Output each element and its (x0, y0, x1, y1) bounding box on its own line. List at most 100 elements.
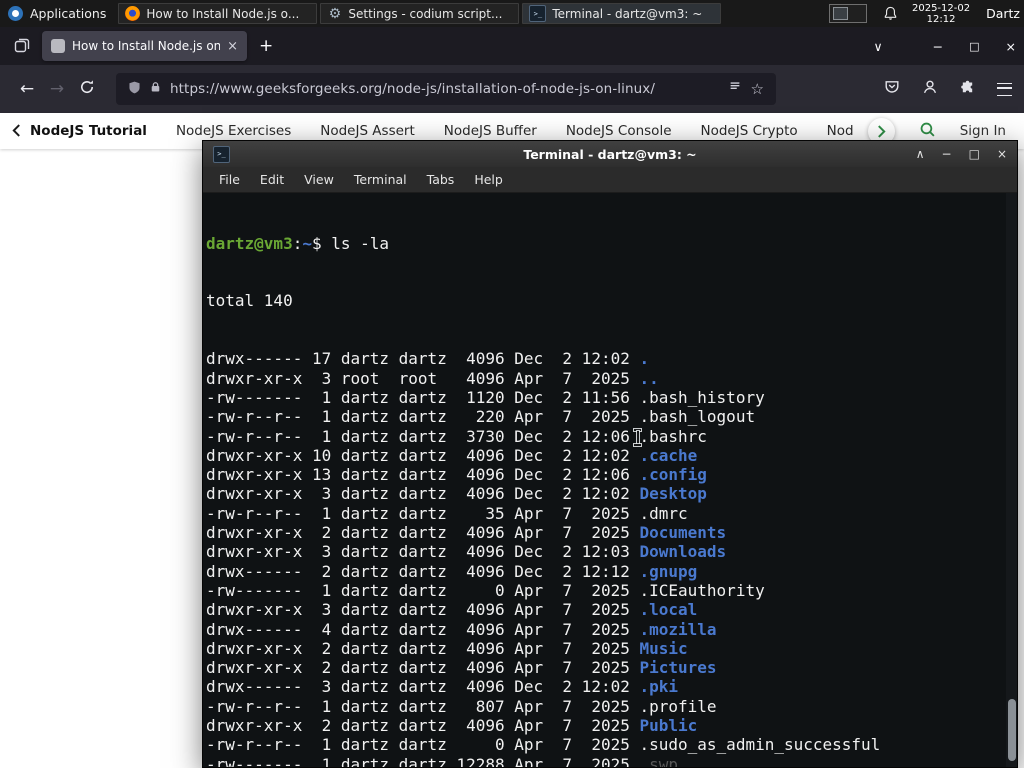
account-icon[interactable] (922, 79, 938, 99)
browser-tab[interactable]: How to Install Node.js on × (42, 31, 247, 61)
terminal-minimize-button[interactable]: − (942, 147, 952, 161)
file-meta: drwxr-xr-x 13 dartz dartz 4096 Dec 2 12:… (206, 465, 640, 485)
panel-window-title: How to Install Node.js o... (146, 6, 300, 21)
top-panel: Applications How to Install Node.js o...… (0, 0, 1024, 27)
nav-scroll-left-icon[interactable] (12, 122, 21, 141)
reload-icon[interactable] (72, 79, 102, 100)
firefox-view-icon[interactable] (8, 33, 36, 59)
file-meta: drwxr-xr-x 10 dartz dartz 4096 Dec 2 12:… (206, 445, 640, 465)
file-name: Public (639, 716, 698, 736)
pocket-icon[interactable] (884, 79, 900, 99)
terminal-menu-view[interactable]: View (296, 170, 342, 189)
terminal-output-line: drwxr-xr-x 3 dartz dartz 4096 Apr 7 2025… (206, 600, 1003, 619)
terminal-scrollbar-thumb[interactable] (1007, 699, 1016, 761)
panel-clock[interactable]: 2025-12-02 12:12 (912, 3, 970, 25)
reader-view-icon[interactable] (728, 80, 742, 98)
back-button[interactable]: ← (12, 79, 42, 99)
terminal-total-line: total 140 (206, 291, 293, 311)
file-meta: drwxr-xr-x 2 dartz dartz 4096 Apr 7 2025 (206, 638, 640, 658)
file-meta: -rw-r--r-- 1 dartz dartz 807 Apr 7 2025 (206, 696, 640, 716)
terminal-output-line: drwx------ 4 dartz dartz 4096 Apr 7 2025… (206, 620, 1003, 639)
panel-window-buttons: How to Install Node.js o... ⚙ Settings - c… (118, 0, 819, 27)
panel-window-button-settings[interactable]: ⚙ Settings - codium script... (320, 3, 520, 24)
site-nav-item[interactable]: NodeJS Exercises (176, 123, 291, 139)
file-name: Downloads (639, 542, 727, 562)
file-name: Pictures (639, 658, 717, 678)
applications-menu-button[interactable]: Applications (0, 0, 118, 27)
file-meta: -rw------- 1 dartz dartz 12288 Apr 7 202… (206, 754, 640, 767)
url-text[interactable]: https://www.geeksforgeeks.org/node-js/in… (170, 81, 719, 97)
file-name: .sudo_as_admin_successful (639, 735, 881, 755)
clock-time: 12:12 (926, 13, 956, 25)
site-nav-items: NodeJS Tutorial NodeJS Exercises NodeJS As… (30, 123, 866, 139)
file-meta: drwxr-xr-x 3 dartz dartz 4096 Apr 7 2025 (206, 600, 640, 620)
terminal-shade-button[interactable]: ∧ (916, 147, 925, 161)
workspace-window-icon (832, 7, 848, 20)
lock-icon[interactable] (150, 80, 161, 98)
extensions-icon[interactable] (960, 80, 975, 99)
terminal-maximize-button[interactable]: □ (969, 147, 980, 161)
terminal-menu-file[interactable]: File (211, 170, 248, 189)
menu-hamburger-icon[interactable] (997, 82, 1012, 96)
new-tab-button[interactable]: + (259, 36, 273, 56)
file-name: .ICEauthority (639, 580, 765, 600)
file-meta: drwxr-xr-x 3 dartz dartz 4096 Dec 2 12:0… (206, 484, 640, 504)
terminal-scrollbar-track[interactable] (1006, 193, 1017, 767)
tab-close-icon[interactable]: × (227, 39, 238, 54)
file-name: .cache (639, 445, 698, 465)
file-meta: -rw-r--r-- 1 dartz dartz 35 Apr 7 2025 (206, 503, 640, 523)
terminal-icon: >_ (529, 5, 547, 22)
terminal-window-controls: ∧ − □ × (916, 147, 1007, 161)
window-close-button[interactable]: × (1006, 39, 1016, 54)
file-name: .swp (639, 754, 679, 767)
tracking-shield-icon[interactable] (128, 80, 141, 99)
window-minimize-button[interactable]: − (933, 39, 943, 54)
notifications-bell-icon[interactable] (883, 6, 898, 21)
file-meta: drwx------ 2 dartz dartz 4096 Dec 2 12:1… (206, 561, 640, 581)
terminal-output-line: -rw-r--r-- 1 dartz dartz 3730 Dec 2 12:0… (206, 427, 1003, 446)
terminal-output-line: drwxr-xr-x 2 dartz dartz 4096 Apr 7 2025… (206, 658, 1003, 677)
terminal-prompt-line: dartz@vm3:~$ ls -la (206, 234, 1003, 253)
search-icon[interactable] (919, 121, 936, 142)
terminal-menu-edit[interactable]: Edit (252, 170, 292, 189)
file-meta: drwxr-xr-x 2 dartz dartz 4096 Apr 7 2025 (206, 658, 640, 678)
panel-window-button-firefox[interactable]: How to Install Node.js o... (118, 3, 318, 24)
window-maximize-button[interactable]: □ (969, 40, 979, 53)
file-name: .bash_logout (639, 407, 756, 427)
terminal-output-line: drwxr-xr-x 2 dartz dartz 4096 Apr 7 2025… (206, 523, 1003, 542)
workspace-switcher[interactable] (828, 4, 867, 23)
panel-user-label: Dartz (986, 6, 1020, 21)
tab-bar: How to Install Node.js on × + ∨ − □ × (0, 27, 1024, 65)
bookmark-star-icon[interactable]: ☆ (751, 80, 764, 98)
settings-icon: ⚙ (328, 5, 342, 22)
terminal-menu-tabs[interactable]: Tabs (419, 170, 463, 189)
terminal-menu-help[interactable]: Help (466, 170, 511, 189)
site-nav-item[interactable]: NodeJS Buffer (444, 123, 537, 139)
panel-window-button-terminal[interactable]: >_ Terminal - dartz@vm3: ~ (522, 3, 722, 24)
terminal-output-line: -rw-r--r-- 1 dartz dartz 0 Apr 7 2025 .s… (206, 735, 1003, 754)
file-name: Documents (639, 523, 727, 543)
firefox-icon (125, 6, 141, 21)
terminal-rows: drwx------ 17 dartz dartz 4096 Dec 2 12:… (206, 349, 1003, 767)
forward-button: → (49, 79, 65, 99)
applications-label: Applications (30, 6, 107, 21)
clock-date: 2025-12-02 (911, 2, 971, 14)
prompt-colon: : (292, 233, 303, 253)
site-nav-item[interactable]: NodeJS Crypto (701, 123, 798, 139)
terminal-close-button[interactable]: × (997, 147, 1007, 161)
terminal-output[interactable]: dartz@vm3:~$ ls -la total 140 drwx------… (203, 193, 1017, 767)
toolbar-right-icons (884, 79, 1012, 99)
sign-in-button[interactable]: Sign In (960, 123, 1006, 139)
file-name: .dmrc (639, 503, 688, 523)
site-nav-item[interactable]: NodeJS Tutorial (30, 123, 147, 139)
terminal-titlebar[interactable]: >_ Terminal - dartz@vm3: ~ ∧ − □ × (203, 141, 1017, 167)
file-meta: -rw-r--r-- 1 dartz dartz 0 Apr 7 2025 (206, 735, 640, 755)
terminal-menu-terminal[interactable]: Terminal (346, 170, 415, 189)
navigation-toolbar: ← → https://www.geeksforgeeks.org/node-j… (0, 65, 1024, 113)
address-bar[interactable]: https://www.geeksforgeeks.org/node-js/in… (116, 73, 776, 105)
list-tabs-icon[interactable]: ∨ (873, 39, 882, 54)
panel-window-title: Settings - codium script... (348, 6, 503, 21)
site-nav-item[interactable]: NodeJS Assert (320, 123, 415, 139)
site-nav-item[interactable]: NodeJS Console (566, 123, 672, 139)
distro-logo-icon (8, 6, 23, 21)
